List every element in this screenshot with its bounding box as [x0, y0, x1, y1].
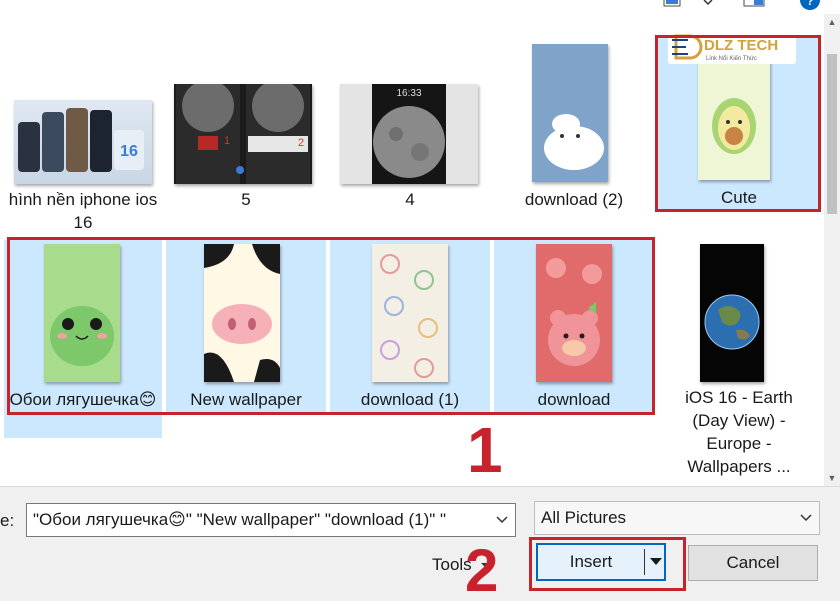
filename-input[interactable]: "Обои лягушечка😊" "New wallpaper" "downl…	[26, 503, 516, 537]
frog-wallpaper-image	[50, 306, 114, 366]
ios16-badge-text: 16	[120, 143, 138, 160]
file-name: download (1)	[360, 390, 460, 409]
insert-label: Insert	[569, 552, 613, 571]
lockscreen-moon-image: 16:33	[372, 84, 446, 184]
ios-wallpaper-image: 16	[18, 108, 144, 172]
file-type-value: All Pictures	[541, 508, 627, 527]
thumbnail	[372, 244, 448, 382]
marker-1: 1	[224, 135, 230, 147]
thumbnail	[700, 244, 764, 382]
preview-pane-icon[interactable]	[742, 0, 768, 10]
cancel-button[interactable]: Cancel	[688, 545, 818, 581]
file-name: iOS 16 - Earth (Day View) - Europe - Wal…	[685, 388, 793, 476]
file-name: download	[537, 390, 611, 409]
file-item[interactable]: download (2)	[494, 40, 654, 234]
thumbnail: 16	[14, 100, 152, 184]
scroll-up-icon[interactable]: ▲	[824, 14, 840, 30]
lockscreen-moon-image: 1 2	[176, 84, 310, 184]
thumbnail	[532, 44, 608, 182]
cloud-pattern-image	[380, 254, 438, 378]
dialog-footer: e: "Обои лягушечка😊" "New wallpaper" "do…	[0, 486, 840, 601]
chevron-down-icon[interactable]	[702, 0, 714, 10]
file-name: download (2)	[524, 190, 624, 209]
file-name: Обои лягушечка😊	[9, 390, 157, 409]
file-name: 5	[241, 190, 251, 209]
file-item-frog[interactable]: Обои лягушечка😊	[4, 240, 162, 438]
help-icon[interactable]: ?	[798, 0, 822, 12]
file-name: hình nền iphone ios 16	[8, 190, 158, 232]
cow-wallpaper-image	[204, 244, 280, 382]
brand-text: DLZ TECH	[704, 37, 778, 54]
earth-image	[704, 294, 760, 350]
thumbnail	[698, 54, 770, 180]
step-1-label: 1	[467, 414, 503, 486]
vertical-scrollbar[interactable]: ▲ ▼	[824, 14, 840, 486]
scroll-thumb[interactable]	[827, 54, 837, 214]
file-name: 4	[405, 190, 415, 209]
file-item-download-1[interactable]: download (1)	[330, 240, 490, 412]
insert-button[interactable]: Insert	[536, 543, 666, 581]
view-icon[interactable]	[662, 0, 684, 10]
filename-value: "Обои лягушечка😊" "New wallpaper" "downl…	[33, 510, 447, 529]
file-item[interactable]: 1 2 5	[166, 84, 326, 234]
filename-label: e:	[0, 511, 15, 530]
avocado-image	[712, 98, 756, 154]
thumbnail: 16:33	[340, 84, 478, 184]
step-2-label: 2	[465, 537, 499, 604]
thumbnail: 1 2	[174, 84, 312, 184]
marker-2: 2	[298, 137, 304, 149]
scroll-down-icon[interactable]: ▼	[824, 470, 840, 486]
dlz-logo-icon: DLZ TECH Link Nổi Kiến Thức	[672, 34, 778, 62]
thumbnail	[536, 244, 612, 382]
svg-text:?: ?	[806, 0, 813, 8]
chevron-down-icon[interactable]	[799, 502, 813, 534]
brand-tagline: Link Nổi Kiến Thức	[706, 55, 757, 62]
bunny-wallpaper-image	[544, 114, 604, 170]
lock-time: 16:33	[396, 88, 421, 99]
thumbnail	[44, 244, 120, 382]
bear-wallpaper-image	[546, 258, 602, 366]
file-item[interactable]: 16 hình nền iphone ios 16	[4, 84, 162, 234]
file-item-download[interactable]: download	[494, 240, 654, 412]
file-type-select[interactable]: All Pictures	[534, 501, 820, 535]
split-arrow-icon[interactable]	[648, 545, 664, 591]
file-item-new-wallpaper[interactable]: New wallpaper	[166, 240, 326, 412]
thumbnail	[204, 244, 280, 382]
file-grid: ? 16 hình nền iphone ios 16 1 2 5 16:33 …	[0, 0, 840, 486]
split-divider	[644, 549, 645, 575]
file-name: Cute	[721, 188, 757, 207]
toolbar-strip: ?	[0, 0, 840, 14]
dlz-tech-watermark: DLZ TECH Link Nổi Kiến Thức	[668, 30, 796, 64]
file-item[interactable]: 16:33 4	[330, 84, 490, 234]
chevron-down-icon[interactable]	[495, 504, 509, 536]
file-item-ios16-earth[interactable]: iOS 16 - Earth (Day View) - Europe - Wal…	[658, 240, 820, 484]
file-name: New wallpaper	[190, 390, 302, 409]
